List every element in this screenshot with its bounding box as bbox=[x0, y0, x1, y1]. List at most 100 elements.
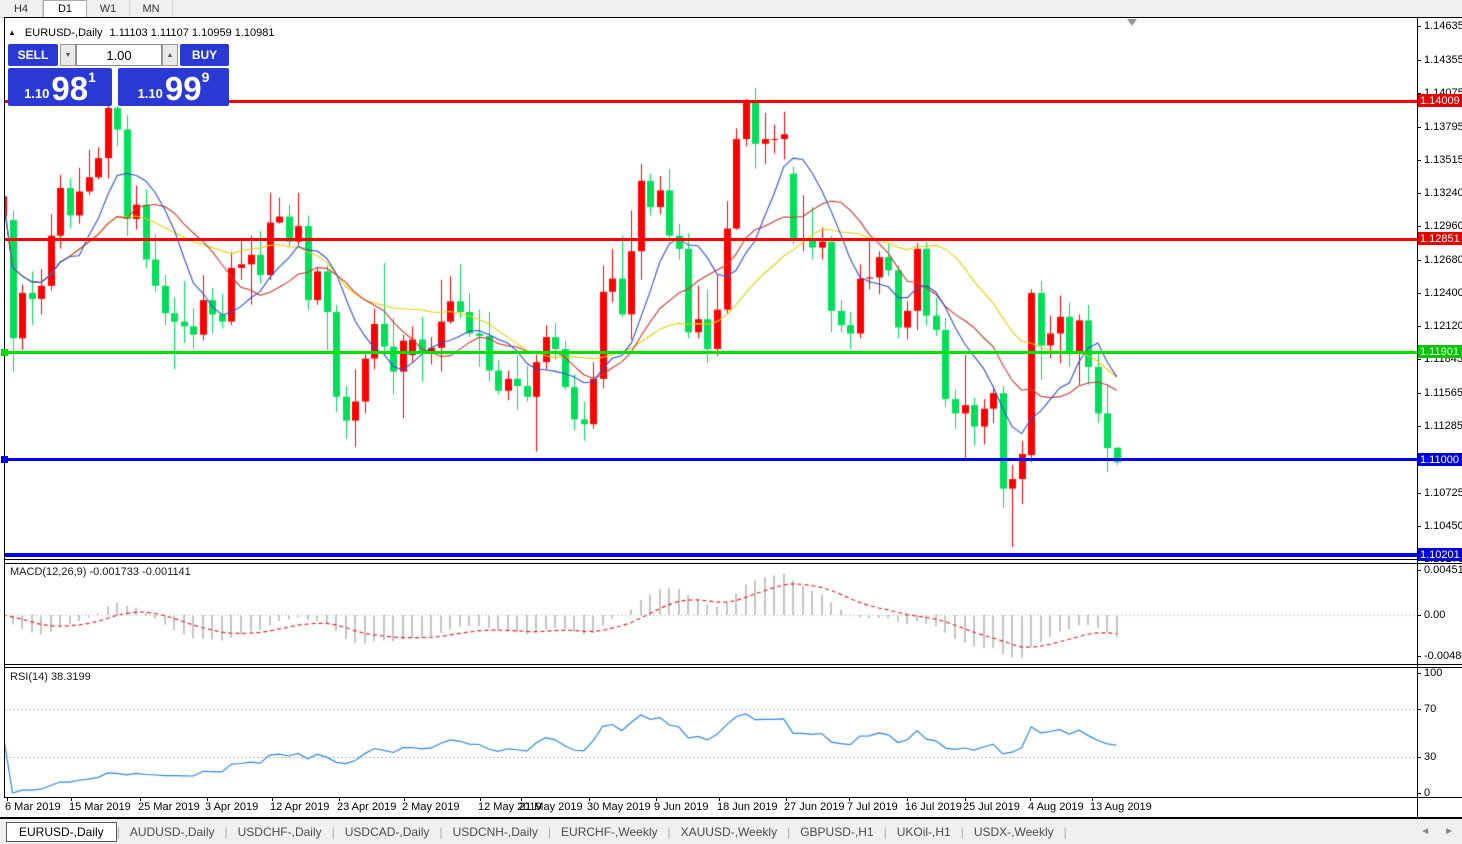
axis-tick bbox=[1417, 60, 1421, 61]
chart-tab-xauusd[interactable]: XAUUSD-,Weekly bbox=[671, 822, 787, 842]
axis-tick bbox=[1417, 326, 1421, 327]
price-tag-1.12851: 1.12851 bbox=[1418, 232, 1462, 245]
axis-tick bbox=[1417, 226, 1421, 227]
timeframe-button-h4[interactable]: H4 bbox=[0, 0, 43, 17]
axis-tick bbox=[1417, 193, 1421, 194]
sell-price-pips: 98 bbox=[51, 70, 89, 107]
lot-size-input[interactable]: 1.00 bbox=[76, 44, 162, 66]
axis-tick bbox=[1417, 793, 1421, 794]
price-tag-1.14009: 1.14009 bbox=[1418, 94, 1462, 107]
axis-tick bbox=[1417, 160, 1421, 161]
chart-symbol-period: EURUSD-,Daily bbox=[24, 26, 103, 39]
chart-tab-usdx[interactable]: USDX-,Weekly bbox=[964, 822, 1064, 842]
price-axis-label: 1.13515 bbox=[1424, 154, 1462, 166]
price-tag-1.11901: 1.11901 bbox=[1418, 345, 1462, 358]
sell-price-prefix: 1.10 bbox=[24, 86, 50, 101]
time-axis-label: 2 May 2019 bbox=[402, 801, 460, 813]
axis-tick bbox=[1417, 260, 1421, 261]
axis-tick bbox=[1417, 615, 1421, 616]
chart-tab-eurchf[interactable]: EURCHF-,Weekly bbox=[551, 822, 667, 842]
time-axis-label: 30 May 2019 bbox=[587, 801, 651, 813]
collapse-panel-icon[interactable]: ▲ bbox=[8, 28, 16, 37]
buy-button[interactable]: BUY bbox=[180, 44, 229, 66]
axis-tick bbox=[1417, 526, 1421, 527]
chart-tab-usdchf[interactable]: USDCHF-,Daily bbox=[228, 822, 332, 842]
tab-scroll-arrows: ◄ ► bbox=[1420, 819, 1454, 844]
macd-axis-label: 0.00 bbox=[1424, 609, 1446, 621]
axis-tick bbox=[1417, 673, 1421, 674]
macd-indicator-canvas[interactable] bbox=[5, 564, 1417, 664]
timeframe-toolbar: H4 D1 W1 MN bbox=[0, 0, 1462, 18]
price-axis[interactable]: 1.14635 1.14355 1.14075 1.13795 1.13515 1.132… bbox=[1417, 17, 1462, 818]
chart-tab-gbpusd[interactable]: GBPUSD-,H1 bbox=[790, 822, 883, 842]
price-axis-label: 1.14635 bbox=[1424, 20, 1462, 32]
chart-tab-usdcnh[interactable]: USDCNH-,Daily bbox=[443, 822, 548, 842]
chart-tab-ukoil[interactable]: UKOil-,H1 bbox=[887, 822, 961, 842]
resistance-line-1.12851[interactable] bbox=[5, 238, 1417, 241]
axis-tick bbox=[1417, 293, 1421, 294]
buy-price-point: 9 bbox=[201, 69, 210, 85]
lot-increase-icon[interactable]: ▲ bbox=[162, 44, 178, 66]
rsi-indicator-canvas[interactable] bbox=[5, 668, 1417, 797]
price-axis-label: 1.11285 bbox=[1424, 420, 1462, 432]
line-drag-handle[interactable] bbox=[1, 456, 8, 463]
price-axis-label: 1.11565 bbox=[1424, 387, 1462, 399]
axis-tick bbox=[1417, 426, 1421, 427]
price-tag-1.11000: 1.11000 bbox=[1418, 453, 1462, 466]
sell-price-point: 1 bbox=[88, 69, 96, 85]
time-axis-label: 18 Jun 2019 bbox=[717, 801, 778, 813]
time-axis-label: 7 Jul 2019 bbox=[847, 801, 898, 813]
sell-price-button[interactable]: 1.10 98 1 bbox=[8, 68, 112, 106]
lot-decrease-icon[interactable]: ▼ bbox=[60, 44, 76, 66]
chart-ohlc-values: 1.11103 1.11107 1.10959 1.10981 bbox=[109, 26, 275, 39]
timeframe-button-mn[interactable]: MN bbox=[130, 0, 173, 17]
chart-tabs: EURUSD-,Daily | AUDUSD-,Daily | USDCHF-,Dail… bbox=[0, 821, 1067, 842]
price-axis-label: 1.12960 bbox=[1424, 220, 1462, 232]
chart-tab-audusd[interactable]: AUDUSD-,Daily bbox=[120, 822, 225, 842]
time-axis-label: 27 Jun 2019 bbox=[784, 801, 845, 813]
timeframe-button-w1[interactable]: W1 bbox=[87, 0, 130, 17]
tab-scroll-left-icon[interactable]: ◄ bbox=[1420, 826, 1430, 837]
axis-tick bbox=[1417, 709, 1421, 710]
macd-label: MACD(12,26,9) -0.001733 -0.001141 bbox=[10, 566, 191, 578]
support-line-1.10201[interactable] bbox=[5, 553, 1417, 557]
line-drag-handle[interactable] bbox=[1, 349, 8, 356]
buy-price-button[interactable]: 1.10 99 9 bbox=[118, 68, 229, 106]
main-macd-separator-a bbox=[4, 559, 1462, 560]
time-axis-label: 23 Apr 2019 bbox=[337, 801, 397, 813]
axis-tick bbox=[1417, 359, 1421, 360]
axis-tick bbox=[1417, 656, 1421, 657]
timeframe-button-d1[interactable]: D1 bbox=[43, 0, 87, 17]
rsi-axis-label: 0 bbox=[1424, 787, 1431, 799]
time-axis-label: 21 May 2019 bbox=[519, 801, 583, 813]
price-axis-label: 1.12120 bbox=[1424, 320, 1462, 332]
time-axis-label: 12 Apr 2019 bbox=[270, 801, 330, 813]
sell-button[interactable]: SELL bbox=[8, 44, 58, 66]
chart-shift-marker-icon[interactable] bbox=[1127, 19, 1137, 26]
buy-price-prefix: 1.10 bbox=[137, 86, 163, 101]
price-axis-label: 1.14355 bbox=[1424, 54, 1462, 66]
chart-tab-eurusd[interactable]: EURUSD-,Daily bbox=[6, 821, 117, 842]
tab-scroll-right-icon[interactable]: ► bbox=[1444, 826, 1454, 837]
price-axis-label: 1.13240 bbox=[1424, 187, 1462, 199]
tab-separator: | bbox=[1063, 824, 1067, 839]
price-axis-label: 1.10725 bbox=[1424, 487, 1462, 499]
support-line-1.11000[interactable] bbox=[5, 458, 1417, 461]
support-line-1.11901[interactable] bbox=[5, 351, 1417, 354]
time-axis-label: 9 Jun 2019 bbox=[654, 801, 709, 813]
time-axis[interactable]: 6 Mar 2019 15 Mar 2019 25 Mar 2019 3 Apr 20… bbox=[0, 798, 1417, 817]
rsi-label: RSI(14) 38.3199 bbox=[10, 671, 91, 683]
price-tag-1.10201: 1.10201 bbox=[1418, 548, 1462, 561]
price-axis-label: 1.12400 bbox=[1424, 287, 1462, 299]
chart-tab-bar: EURUSD-,Daily | AUDUSD-,Daily | USDCHF-,Dail… bbox=[0, 819, 1462, 844]
axis-tick bbox=[1417, 393, 1421, 394]
macd-axis-label: -0.004806 bbox=[1424, 650, 1462, 662]
price-axis-label: 1.12680 bbox=[1424, 254, 1462, 266]
buy-price-pips: 99 bbox=[164, 70, 202, 107]
price-axis-label: 1.13795 bbox=[1424, 121, 1462, 133]
chart-tab-usdcad[interactable]: USDCAD-,Daily bbox=[335, 822, 440, 842]
one-click-trade-panel: SELL ▼ 1.00 ▲ BUY 1.10 98 1 1.10 99 9 bbox=[8, 44, 229, 106]
time-axis-label: 3 Apr 2019 bbox=[205, 801, 259, 813]
axis-tick bbox=[1417, 570, 1421, 571]
rsi-axis-label: 30 bbox=[1424, 751, 1437, 763]
